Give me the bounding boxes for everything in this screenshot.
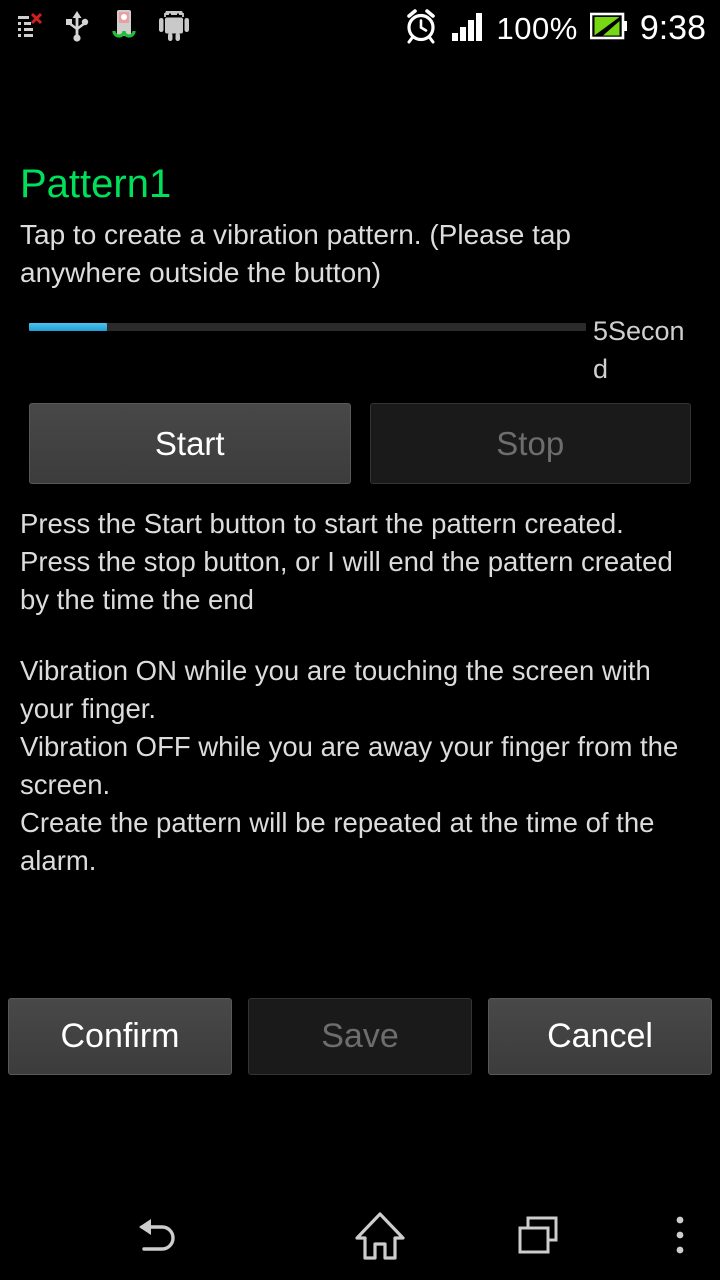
instructions-line: Press the Start button to start the patt… (20, 508, 624, 539)
status-bar: 100% 9:38 (0, 0, 720, 56)
start-stop-button-row: Start Stop (29, 403, 691, 484)
battery-percent-label: 100% (496, 10, 578, 46)
save-button[interactable]: Save (248, 998, 472, 1075)
battery-charging-icon (589, 12, 628, 45)
signal-bars-icon (451, 11, 485, 46)
confirm-button[interactable]: Confirm (8, 998, 232, 1075)
action-button-row: Confirm Save Cancel (8, 998, 712, 1075)
system-navigation-bar (0, 1196, 720, 1280)
instructions-line: Press the stop button, or I will end the… (20, 546, 673, 615)
usb-icon (64, 9, 90, 48)
status-bar-left-icons (16, 5, 190, 48)
duration-value-label: 5Second (593, 316, 685, 384)
android-robot-icon (158, 5, 190, 46)
instructions-line: Vibration ON while you are touching the … (20, 655, 651, 724)
clock-label: 9:38 (639, 9, 706, 47)
main-content: Pattern1 Tap to create a vibration patte… (0, 56, 720, 1196)
nav-back-button[interactable] (0, 1196, 320, 1280)
nav-overflow-menu-button[interactable] (640, 1196, 720, 1280)
start-button[interactable]: Start (29, 403, 351, 484)
instructions-line: Vibration OFF while you are away your fi… (20, 731, 679, 800)
overflow-menu-icon (673, 1214, 687, 1263)
instructions-line: Create the pattern will be repeated at t… (20, 807, 655, 876)
nav-home-button[interactable] (320, 1196, 440, 1280)
nav-recents-button[interactable] (440, 1196, 640, 1280)
alarm-clock-icon (403, 8, 439, 49)
tasks-dismiss-icon (16, 12, 44, 45)
cancel-button[interactable]: Cancel (488, 998, 712, 1075)
duration-seekbar-fill (29, 323, 107, 331)
back-icon (132, 1213, 188, 1264)
instructions-paragraph-1: Press the Start button to start the patt… (20, 505, 700, 619)
home-icon (352, 1210, 408, 1267)
page-subtitle: Tap to create a vibration pattern. (Plea… (20, 219, 571, 288)
recents-icon (515, 1213, 565, 1264)
stop-button[interactable]: Stop (369, 403, 691, 484)
duration-seekbar-row: 5Second (29, 312, 697, 388)
duration-seekbar[interactable] (29, 323, 586, 331)
status-bar-right: 100% 9:38 (403, 8, 706, 49)
sync-battery-icon (110, 9, 138, 48)
instructions-paragraph-2: Vibration ON while you are touching the … (20, 652, 700, 880)
page-title: Pattern1 (20, 162, 172, 206)
